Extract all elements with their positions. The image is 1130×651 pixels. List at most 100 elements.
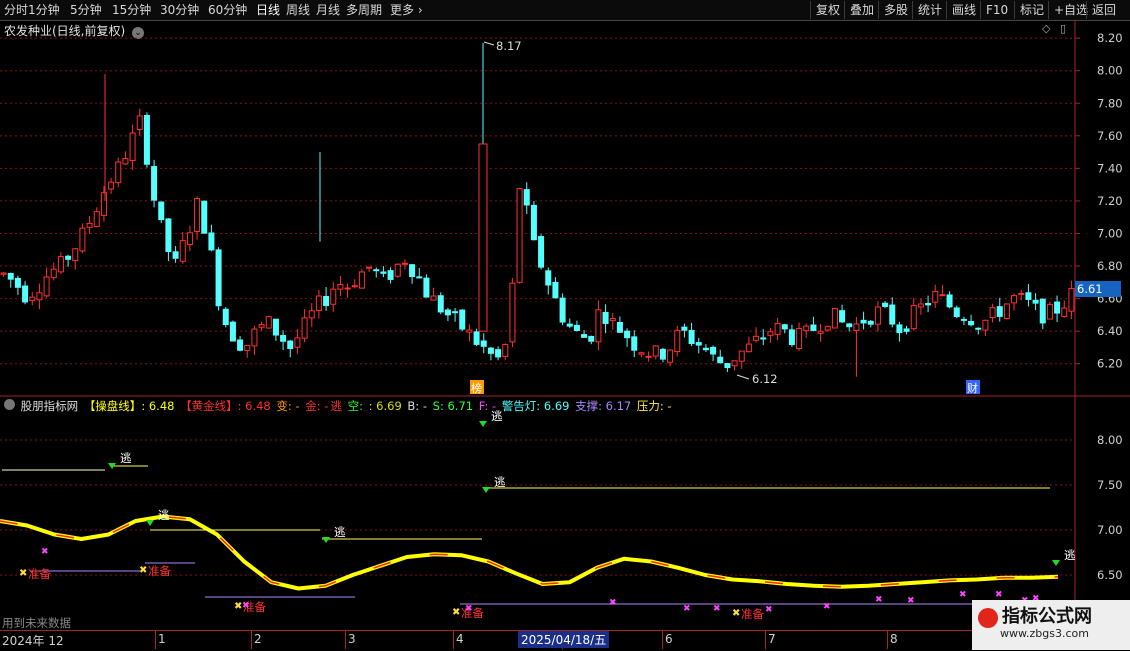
candle-body [401,262,408,265]
candle-body [301,317,308,339]
candle-body [251,328,258,347]
candle-body [237,339,244,351]
candle-body [208,232,215,251]
marker-cai: 财 [967,381,978,395]
indicator-tick-label: 7.50 [1097,478,1123,492]
candle-body [287,340,294,350]
candle-body [545,270,552,286]
candle-body [853,323,860,332]
candle-body [910,305,917,330]
watermark-title: 指标公式网 [1002,606,1092,627]
candle-body [258,324,265,328]
candle-body [810,324,817,331]
candle-body [745,343,752,353]
candle-body [43,276,50,297]
candle-body [631,336,638,351]
prepare-signal-label: 准备 [28,567,51,581]
candle-body [817,330,824,334]
price-tick-label: 7.40 [1097,161,1123,175]
candle-body [265,316,272,329]
candle-body [674,329,681,353]
candle-body [781,324,788,330]
candle-body [323,296,330,306]
watermark: 指标公式网 www.zbgs3.com [972,600,1130,650]
candle-body [939,294,946,297]
time-axis-tick [453,631,454,649]
marker-bang: 榜 [471,381,482,395]
candle-body [337,284,344,290]
escape-signal-label: 逃 [120,451,132,465]
price-tick-label: 7.00 [1097,226,1123,240]
candle-body [344,287,351,290]
current-price-tag: 6.61 [1075,281,1121,297]
magenta-cross-icon: ✖ [823,602,831,612]
indicator-tick-label: 6.50 [1097,568,1123,582]
candle-body [896,324,903,334]
candle-body [516,188,523,283]
price-tick-label: 7.60 [1097,129,1123,143]
candle-body [394,263,401,277]
candle-body [932,290,939,303]
candle-body [975,327,982,330]
chart-canvas: 8.208.007.807.607.407.207.006.806.606.40… [0,20,1130,630]
candle-body [602,311,609,324]
candle-body [380,271,387,274]
candle-body [616,321,623,333]
candle-body [624,330,631,339]
candle-body [538,236,545,268]
candle-body [79,227,86,252]
jin-value: 金: - [305,399,329,413]
candle-body [867,320,874,325]
candle-body [681,326,688,331]
candle-body [652,345,659,357]
candle-body [1011,295,1018,304]
candle-body [495,349,502,358]
candle-body [473,331,480,345]
candle-body [487,347,494,354]
candle-body [824,325,831,331]
crosshair-date: 2025/04/18/五 [518,631,610,648]
candle-body [688,329,695,345]
time-axis-label: 2024年 12 [2,634,64,648]
candle-body [215,249,222,307]
time-axis-label: 6 [665,632,673,646]
candle-body [860,319,867,324]
candle-body [1018,292,1025,295]
candle-body [136,115,143,131]
candle-body [753,335,760,341]
yali-value: 压力: - [636,399,672,413]
candle-body [882,302,889,307]
low-price-label: 6.12 [752,372,778,386]
chevron-down-icon[interactable] [4,399,15,410]
prepare-signal-label: 准备 [148,564,171,578]
prepare-star-icon: ✖ [139,565,147,576]
candle-body [358,271,365,289]
escape-signal-label: 逃 [494,475,506,489]
candle-body [796,328,803,350]
magenta-cross-icon: ✖ [907,596,915,606]
candle-body [1046,303,1053,320]
time-axis-label: 2 [254,632,262,646]
candle-body [1032,299,1039,304]
time-axis-tick [155,631,156,649]
candle-body [645,355,652,358]
candle-body [695,342,702,346]
candle-body [502,344,509,357]
candle-body [423,277,430,298]
candle-body [1061,307,1068,317]
candle-body [466,329,473,333]
candle-body [874,306,881,325]
huangjin-value: : 6.48 [237,399,271,413]
price-tick-label: 6.80 [1097,259,1123,273]
caopan-value: : 6.48 [141,399,175,413]
candle-body [108,181,115,190]
candle-body [430,295,437,301]
time-axis-tick [662,631,663,649]
escape-arrow-icon [322,537,330,543]
candle-body [953,307,960,318]
prepare-star-icon: ✖ [19,568,27,579]
magenta-cross-icon: ✖ [875,595,883,605]
candle-body [1003,303,1010,319]
candle-body [968,321,975,326]
indicator-tick-label: 7.00 [1097,523,1123,537]
